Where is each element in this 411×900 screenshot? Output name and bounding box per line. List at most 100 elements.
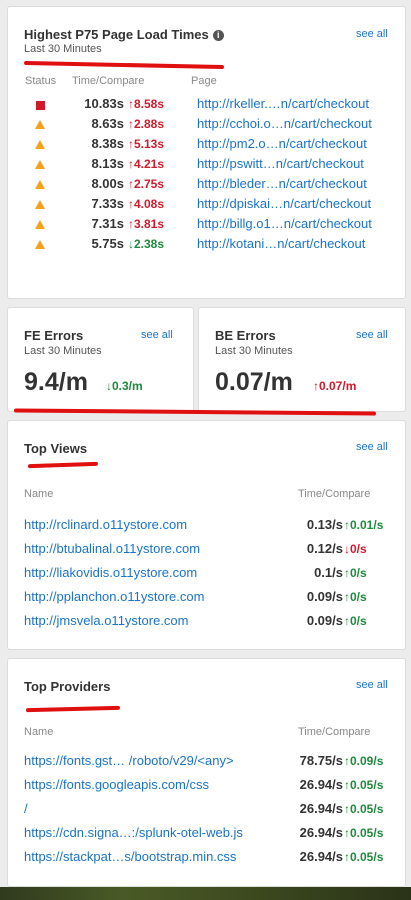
warning-status-icon (34, 199, 46, 211)
top-providers-card: Top Providers see all Name Time/Compare … (7, 658, 406, 887)
compare-delta: ↑4.21s (128, 157, 165, 171)
compare-delta: ↓0/s (344, 542, 367, 556)
warning-status-icon (34, 219, 46, 231)
table-row: http://pplanchon.o11ystore.com 0.09/s ↑0/s (8, 589, 406, 609)
warning-status-icon (34, 179, 46, 191)
fe-errors-subtitle: Last 30 Minutes (24, 345, 102, 357)
critical-status-icon (34, 99, 46, 111)
p75-title: Highest P75 Page Load Times i (24, 27, 224, 42)
table-row: 10.83s ↑8.58s http://rkeller.…n/cart/check… (8, 96, 406, 116)
fe-errors-title: FE Errors (24, 328, 84, 343)
view-link[interactable]: http://pplanchon.o11ystore.com (24, 589, 204, 604)
provider-link[interactable]: https://stackpat…s/bootstrap.min.css (24, 849, 236, 864)
page-link[interactable]: http://kotani…n/cart/checkout (197, 236, 403, 251)
triangle-icon (35, 180, 45, 189)
table-row: 8.00s ↑2.75s http://bleder…n/cart/checkout (8, 176, 406, 196)
compare-delta: ↑2.88s (128, 117, 165, 131)
table-row: 8.13s ↑4.21s http://pswitt…n/cart/checkout (8, 156, 406, 176)
rate-value: 0.13/s (306, 517, 343, 532)
col-time-compare: Time/Compare (298, 726, 371, 738)
rate-value: 26.94/s (299, 825, 343, 840)
be-errors-value: 0.07/m (215, 368, 293, 396)
table-row: http://btubalinal.o11ystore.com 0.12/s ↓0/… (8, 541, 406, 561)
compare-delta: ↑0.05/s (344, 850, 384, 864)
table-row: 5.75s ↓2.38s http://kotani…n/cart/checkout (8, 236, 406, 256)
col-page: Page (191, 75, 217, 87)
col-time-compare: Time/Compare (72, 75, 145, 87)
be-errors-see-all-link[interactable]: see all (356, 329, 388, 341)
page-link[interactable]: http://cchoi.o…n/cart/checkout (197, 116, 403, 131)
compare-delta: ↑0/s (344, 614, 367, 628)
rate-value: 0.09/s (306, 613, 343, 628)
p75-see-all-link[interactable]: see all (356, 28, 388, 40)
fe-errors-compare: ↓0.3/m (106, 379, 143, 393)
table-row: 7.31s ↑3.81s http://billg.o1…n/cart/checko… (8, 216, 406, 236)
be-errors-compare: ↑0.07/m (313, 379, 357, 393)
page-link[interactable]: http://pm2.o…n/cart/checkout (197, 136, 403, 151)
fe-errors-value: 9.4/m (24, 368, 88, 396)
compare-delta: ↑0.05/s (344, 802, 384, 816)
p75-subtitle: Last 30 Minutes (24, 43, 102, 55)
fe-errors-card: FE Errors Last 30 Minutes see all 9.4/m … (7, 307, 194, 412)
triangle-icon (35, 140, 45, 149)
square-icon (36, 101, 45, 110)
page-link[interactable]: http://rkeller.…n/cart/checkout (197, 96, 403, 111)
load-time: 8.63s (91, 116, 124, 131)
provider-link[interactable]: / (24, 801, 28, 816)
info-icon[interactable]: i (212, 30, 224, 41)
table-row: https://cdn.signa…:/splunk-otel-web.js 26… (8, 825, 406, 845)
triangle-icon (35, 160, 45, 169)
table-row: http://rclinard.o11ystore.com 0.13/s ↑0.01… (8, 517, 406, 537)
table-row: 7.33s ↑4.08s http://dpiskai…n/cart/checkou… (8, 196, 406, 216)
load-time: 8.13s (91, 156, 124, 171)
table-row: / 26.94/s ↑0.05/s (8, 801, 406, 821)
compare-delta: ↑3.81s (128, 217, 165, 231)
provider-link[interactable]: https://cdn.signa…:/splunk-otel-web.js (24, 825, 243, 840)
view-link[interactable]: http://jmsvela.o11ystore.com (24, 613, 189, 628)
rate-value: 0.12/s (306, 541, 343, 556)
top-views-card: Top Views see all Name Time/Compare http… (7, 420, 406, 650)
be-errors-title: BE Errors (215, 328, 276, 343)
triangle-icon (35, 200, 45, 209)
be-errors-card: BE Errors Last 30 Minutes see all 0.07/m… (198, 307, 406, 412)
compare-delta: ↑0/s (344, 590, 367, 604)
fe-errors-see-all-link[interactable]: see all (141, 329, 173, 341)
rate-value: 0.09/s (306, 589, 343, 604)
view-link[interactable]: http://liakovidis.o11ystore.com (24, 565, 197, 580)
table-row: https://fonts.gst… /roboto/v29/<any> 78.7… (8, 753, 406, 773)
view-link[interactable]: http://btubalinal.o11ystore.com (24, 541, 200, 556)
top-providers-see-all-link[interactable]: see all (356, 679, 388, 691)
compare-delta: ↑2.75s (128, 177, 165, 191)
provider-link[interactable]: https://fonts.gst… /roboto/v29/<any> (24, 753, 234, 768)
col-time-compare: Time/Compare (298, 488, 371, 500)
table-row: 8.63s ↑2.88s http://cchoi.o…n/cart/checkou… (8, 116, 406, 136)
page-link[interactable]: http://pswitt…n/cart/checkout (197, 156, 403, 171)
compare-delta: ↑0.09/s (344, 754, 384, 768)
top-views-see-all-link[interactable]: see all (356, 441, 388, 453)
warning-status-icon (34, 239, 46, 251)
page-link[interactable]: http://bleder…n/cart/checkout (197, 176, 403, 191)
compare-delta: ↑8.58s (128, 97, 165, 111)
warning-status-icon (34, 119, 46, 131)
rate-value: 0.1/s (314, 565, 343, 580)
compare-delta: ↑5.13s (128, 137, 165, 151)
compare-delta: ↑0.05/s (344, 778, 384, 792)
col-name: Name (24, 726, 54, 738)
warning-status-icon (34, 159, 46, 171)
table-row: https://stackpat…s/bootstrap.min.css 26.9… (8, 849, 406, 869)
warning-status-icon (34, 139, 46, 151)
page-link[interactable]: http://dpiskai…n/cart/checkout (197, 196, 403, 211)
load-time: 7.31s (91, 216, 124, 231)
provider-link[interactable]: https://fonts.googleapis.com/css (24, 777, 209, 792)
view-link[interactable]: http://rclinard.o11ystore.com (24, 517, 187, 532)
page-link[interactable]: http://billg.o1…n/cart/checkout (197, 216, 403, 231)
compare-delta: ↑0/s (344, 566, 367, 580)
triangle-icon (35, 120, 45, 129)
page: { "p75": { "title": "Highest P75 Page Lo… (0, 0, 411, 900)
top-providers-title: Top Providers (24, 679, 111, 694)
table-row: http://jmsvela.o11ystore.com 0.09/s ↑0/s (8, 613, 406, 633)
load-time: 8.00s (91, 176, 124, 191)
table-row: 8.38s ↑5.13s http://pm2.o…n/cart/checkout (8, 136, 406, 156)
load-time: 10.83s (84, 96, 124, 111)
compare-delta: ↑4.08s (128, 197, 165, 211)
